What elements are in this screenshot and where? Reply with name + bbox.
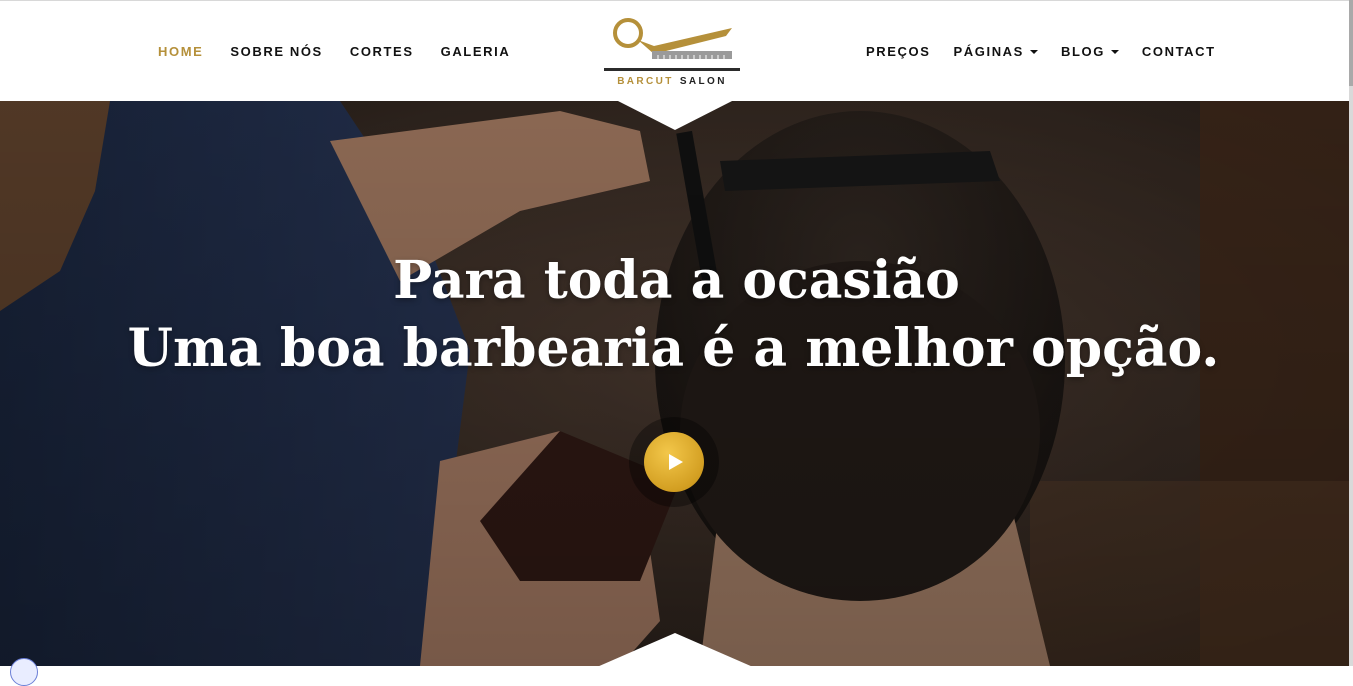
- hero-headline-line-1: Para toda a ocasião: [393, 250, 960, 311]
- nav-paginas-dropdown[interactable]: PÁGINAS: [954, 44, 1038, 59]
- nav-left-group: HOME SOBRE NÓS CORTES GALERIA: [158, 1, 510, 102]
- nav-cortes[interactable]: CORTES: [350, 44, 414, 59]
- nav-contact-label: CONTACT: [1141, 44, 1216, 59]
- nav-sobre-nos[interactable]: SOBRE NÓS: [230, 44, 322, 59]
- nav-home[interactable]: HOME: [158, 44, 203, 59]
- nav-blog-label: BLOG: [1060, 44, 1105, 59]
- video-play-button[interactable]: [629, 417, 719, 507]
- nav-blog-dropdown[interactable]: BLOG: [1061, 44, 1119, 59]
- top-navbar: HOME SOBRE NÓS CORTES GALERIA BARCUT SAL…: [0, 0, 1353, 101]
- nav-right-group: PREÇOS PÁGINAS BLOG CONTACT: [866, 1, 1216, 102]
- caret-down-icon: [1029, 49, 1038, 54]
- hero-headline-line-2: Uma boa barbearia é a melhor opção.: [127, 318, 1220, 379]
- hero-bottom-notch: [597, 633, 753, 666]
- play-icon: [669, 454, 683, 470]
- brand-logo[interactable]: BARCUT SALON: [602, 14, 742, 94]
- nav-precos-label: PREÇOS: [866, 44, 931, 59]
- nav-paginas-label: PÁGINAS: [953, 44, 1024, 59]
- play-button-circle: [644, 432, 704, 492]
- caret-down-icon: [1110, 49, 1119, 54]
- nav-precos[interactable]: PREÇOS: [866, 44, 931, 59]
- scrollbar-thumb[interactable]: [1349, 0, 1353, 86]
- navbar-notch: [616, 100, 734, 130]
- page-scrollbar[interactable]: [1349, 0, 1353, 666]
- nav-galeria[interactable]: GALERIA: [441, 44, 511, 59]
- scissors-comb-icon: [604, 18, 740, 71]
- logo-wordmark: BARCUT SALON: [602, 76, 742, 87]
- nav-contact[interactable]: CONTACT: [1142, 44, 1216, 59]
- logo-word-barcut: BARCUT: [617, 76, 674, 87]
- hero-background-photo: [0, 101, 1353, 666]
- hero-section: Para toda a ocasião Uma boa barbearia é …: [0, 101, 1353, 666]
- logo-word-salon: SALON: [679, 76, 727, 87]
- floating-widget-icon[interactable]: [10, 658, 38, 686]
